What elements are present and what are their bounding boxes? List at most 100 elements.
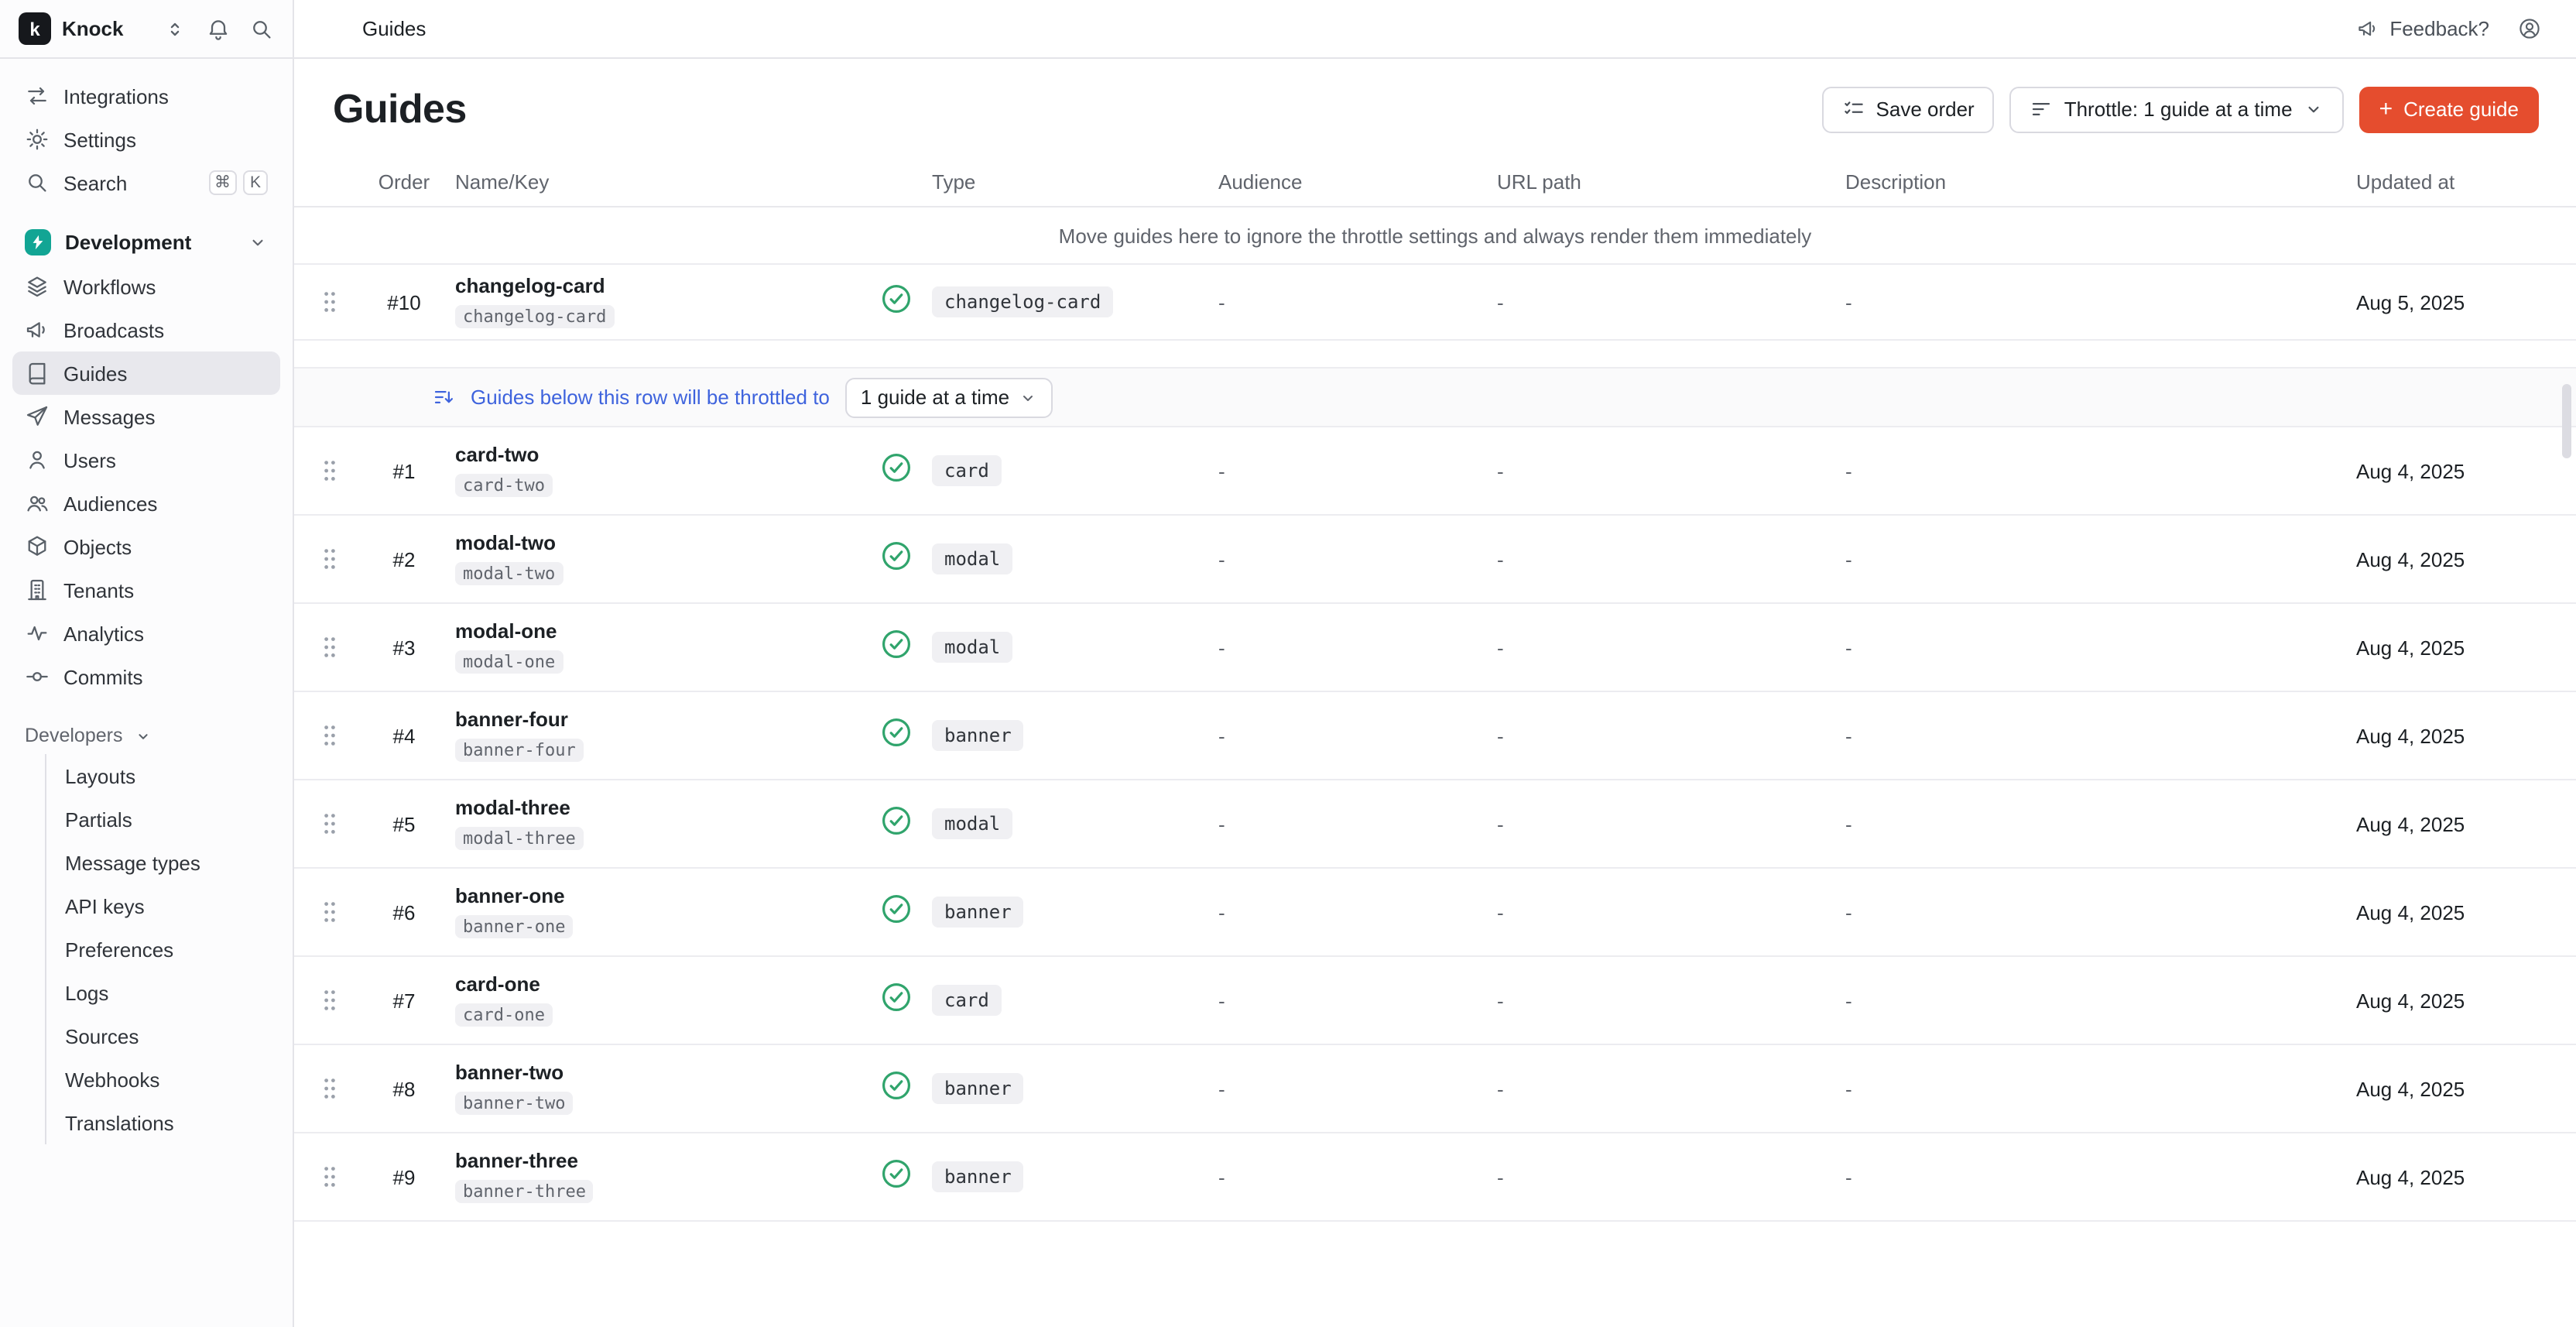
sidebar-item-sources[interactable]: Sources: [53, 1014, 280, 1058]
sidebar-item-label: Tenants: [63, 578, 134, 602]
create-guide-button[interactable]: + Create guide: [2359, 86, 2539, 132]
page-actions: Save order Throttle: 1 guide at a time +: [1822, 86, 2539, 132]
developers-section-label: Developers: [25, 725, 122, 746]
sidebar-item-message-types[interactable]: Message types: [53, 841, 280, 884]
sidebar-item-settings[interactable]: Settings: [12, 118, 280, 161]
drag-handle-icon[interactable]: [322, 635, 337, 660]
account-avatar-icon[interactable]: [2517, 16, 2542, 41]
row-audience: -: [1218, 636, 1497, 659]
drag-handle-icon[interactable]: [322, 988, 337, 1013]
workspace-switcher[interactable]: k Knock: [0, 0, 294, 57]
table-row[interactable]: #2 modal-twomodal-two modal - - - Aug 4,…: [294, 516, 2576, 604]
sidebar-item-audiences[interactable]: Audiences: [12, 482, 280, 525]
row-description: -: [1845, 547, 2356, 571]
guide-name: card-two: [455, 444, 861, 469]
drag-handle-icon[interactable]: [322, 1164, 337, 1189]
app-shell: Integrations Settings Search ⌘ K: [0, 59, 2576, 1327]
table-row[interactable]: #1 card-twocard-two card - - - Aug 4, 20…: [294, 427, 2576, 516]
sidebar-item-commits[interactable]: Commits: [12, 655, 280, 698]
search-shortcut: ⌘ K: [208, 170, 268, 195]
type-badge: banner: [932, 1161, 1024, 1192]
row-updated-at: Aug 4, 2025: [2356, 636, 2576, 659]
guide-name: changelog-card: [455, 275, 861, 300]
environment-switcher[interactable]: Development: [12, 218, 280, 265]
row-audience: -: [1218, 1077, 1497, 1100]
row-order: #5: [365, 812, 443, 835]
sidebar-item-layouts[interactable]: Layouts: [53, 754, 280, 797]
type-badge: banner: [932, 720, 1024, 751]
sidebar-item-tenants[interactable]: Tenants: [12, 568, 280, 612]
sidebar-item-partials[interactable]: Partials: [53, 797, 280, 841]
throttle-count-select[interactable]: 1 guide at a time: [845, 377, 1053, 417]
sidebar-item-objects[interactable]: Objects: [12, 525, 280, 568]
broadcast-icon: [25, 317, 50, 342]
sidebar-item-workflows[interactable]: Workflows: [12, 265, 280, 308]
unthrottled-note: Move guides here to ignore the throttle …: [294, 207, 2576, 263]
bell-icon[interactable]: [206, 16, 231, 41]
sidebar-item-analytics[interactable]: Analytics: [12, 612, 280, 655]
search-icon[interactable]: [249, 16, 274, 41]
row-url-path: -: [1497, 290, 1845, 314]
drag-handle-icon[interactable]: [322, 547, 337, 571]
chevron-up-down-icon[interactable]: [163, 16, 187, 41]
throttle-button[interactable]: Throttle: 1 guide at a time: [2010, 86, 2344, 132]
row-order: #9: [365, 1165, 443, 1188]
drag-handle-icon[interactable]: [322, 811, 337, 836]
drag-handle-icon[interactable]: [322, 458, 337, 483]
row-updated-at: Aug 4, 2025: [2356, 989, 2576, 1012]
developers-section-toggle[interactable]: Developers: [12, 717, 280, 754]
col-description: Description: [1845, 170, 2356, 193]
status-check-icon: [881, 716, 912, 755]
table-row[interactable]: #5 modal-threemodal-three modal - - - Au…: [294, 780, 2576, 869]
row-updated-at: Aug 4, 2025: [2356, 812, 2576, 835]
page-header: Guides Save order Throttle: 1 guide at a…: [294, 59, 2576, 156]
sidebar-item-messages[interactable]: Messages: [12, 395, 280, 438]
sidebar-item-label: Users: [63, 448, 116, 471]
scrollbar-thumb[interactable]: [2562, 384, 2571, 458]
status-check-icon: [881, 540, 912, 578]
drag-handle-icon[interactable]: [322, 1076, 337, 1101]
section-gap: [294, 341, 2576, 367]
type-badge: banner: [932, 1073, 1024, 1104]
sidebar-item-search[interactable]: Search ⌘ K: [12, 161, 280, 204]
drag-handle-icon[interactable]: [322, 290, 337, 314]
feedback-button[interactable]: Feedback?: [2355, 16, 2489, 41]
guide-key: modal-two: [455, 561, 563, 585]
throttle-divider-link[interactable]: Guides below this row will be throttled …: [471, 386, 830, 409]
table-row[interactable]: #10 changelog-cardchangelog-card changel…: [294, 263, 2576, 341]
throttle-label: Throttle: 1 guide at a time: [2064, 98, 2293, 121]
table-row[interactable]: #9 banner-threebanner-three banner - - -…: [294, 1133, 2576, 1222]
sidebar-item-label: Objects: [63, 535, 132, 558]
megaphone-icon: [2355, 16, 2380, 41]
sidebar-item-logs[interactable]: Logs: [53, 971, 280, 1014]
table-row[interactable]: #6 banner-onebanner-one banner - - - Aug…: [294, 869, 2576, 957]
sidebar-item-label: Commits: [63, 665, 143, 688]
table-row[interactable]: #8 banner-twobanner-two banner - - - Aug…: [294, 1045, 2576, 1133]
sidebar-item-users[interactable]: Users: [12, 438, 280, 482]
col-url-path: URL path: [1497, 170, 1845, 193]
table-row[interactable]: #3 modal-onemodal-one modal - - - Aug 4,…: [294, 604, 2576, 692]
chevron-down-icon: [2304, 99, 2324, 119]
table-row[interactable]: #7 card-onecard-one card - - - Aug 4, 20…: [294, 957, 2576, 1045]
sidebar-item-webhooks[interactable]: Webhooks: [53, 1058, 280, 1101]
save-order-button[interactable]: Save order: [1822, 86, 1995, 132]
guide-name: banner-two: [455, 1061, 861, 1087]
row-audience: -: [1218, 547, 1497, 571]
sidebar-item-guides[interactable]: Guides: [12, 351, 280, 395]
row-url-path: -: [1497, 459, 1845, 482]
sidebar-item-preferences[interactable]: Preferences: [53, 928, 280, 971]
row-description: -: [1845, 724, 2356, 747]
table-row[interactable]: #4 banner-fourbanner-four banner - - - A…: [294, 692, 2576, 780]
sidebar-item-api-keys[interactable]: API keys: [53, 884, 280, 928]
sidebar-item-broadcasts[interactable]: Broadcasts: [12, 308, 280, 351]
row-updated-at: Aug 5, 2025: [2356, 290, 2576, 314]
sidebar-item-integrations[interactable]: Integrations: [12, 74, 280, 118]
sidebar-item-label: Layouts: [65, 764, 135, 787]
row-updated-at: Aug 4, 2025: [2356, 724, 2576, 747]
drag-handle-icon[interactable]: [322, 723, 337, 748]
col-name-key: Name/Key: [443, 170, 861, 193]
drag-handle-icon[interactable]: [322, 900, 337, 924]
sidebar-item-translations[interactable]: Translations: [53, 1101, 280, 1144]
guide-name: modal-three: [455, 797, 861, 822]
guide-name: modal-one: [455, 620, 861, 646]
